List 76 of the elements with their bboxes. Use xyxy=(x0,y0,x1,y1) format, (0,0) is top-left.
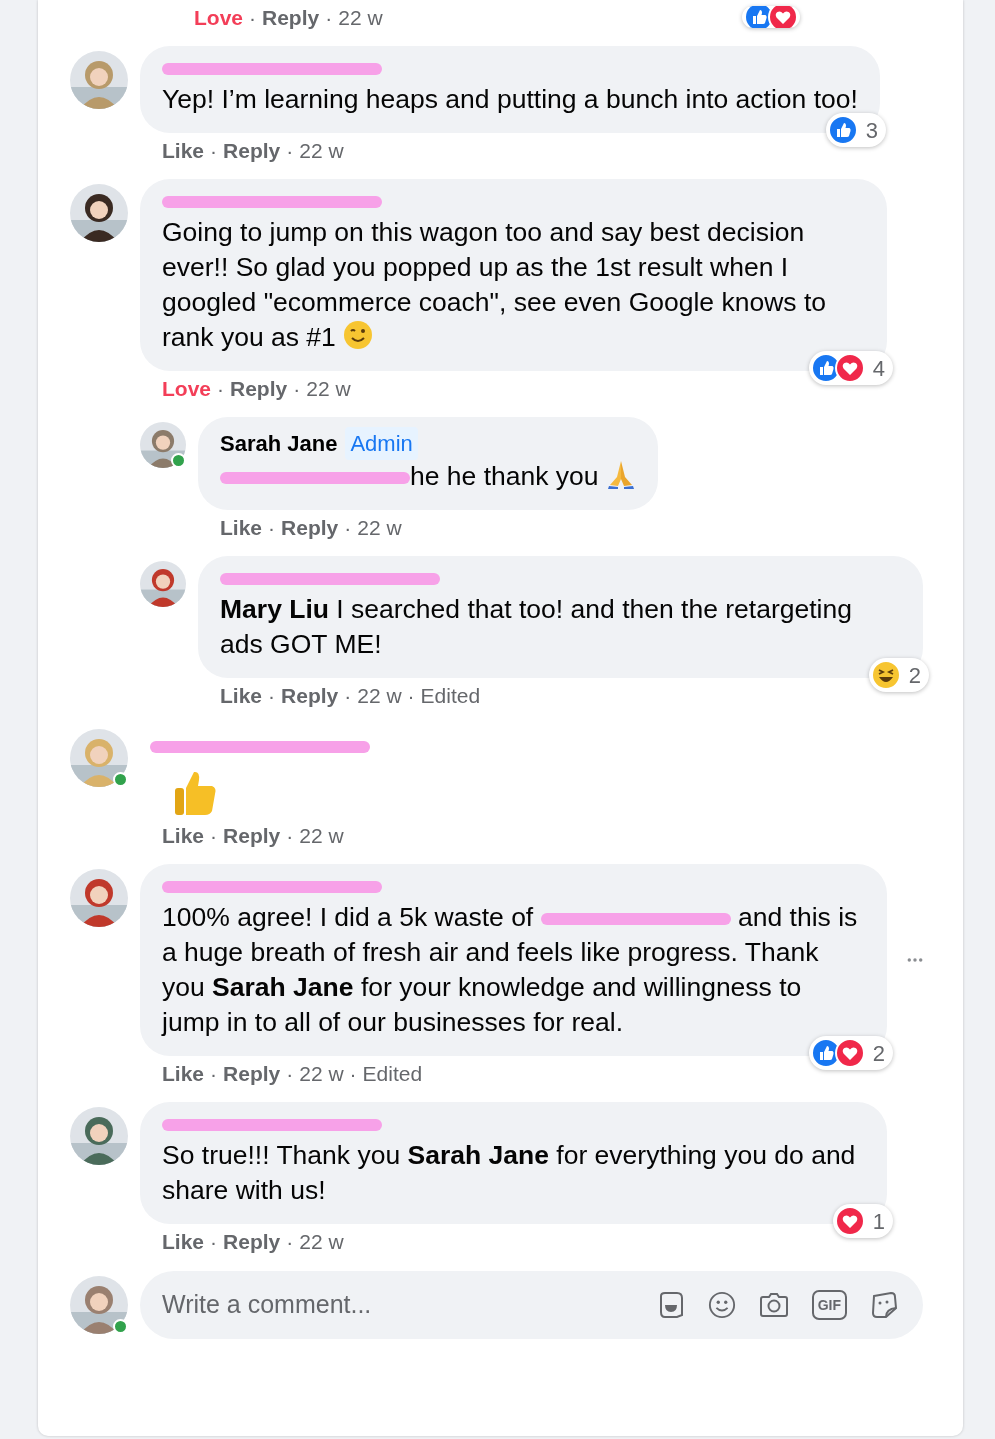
comment-input-field[interactable]: Write a comment... GIF xyxy=(140,1271,923,1339)
love-reaction-icon xyxy=(768,5,798,28)
comment-time[interactable]: 22 w xyxy=(299,1227,344,1257)
love-reaction-icon xyxy=(834,1038,865,1068)
reaction-link[interactable]: Like xyxy=(220,681,263,711)
sticker-icon[interactable] xyxy=(869,1290,899,1320)
edited-label: Edited xyxy=(420,683,481,709)
reaction-link[interactable]: Like xyxy=(162,821,205,851)
separator-dot: · xyxy=(286,823,294,849)
comment-time[interactable]: 22 w xyxy=(357,681,402,711)
reaction-summary[interactable]: 2 xyxy=(808,1036,893,1070)
laughing-reaction-icon xyxy=(870,660,901,690)
separator-dot: · xyxy=(249,5,256,31)
separator-dot: · xyxy=(210,1061,218,1087)
comment-time[interactable]: 22 w xyxy=(299,1059,344,1089)
comment-time[interactable]: 22 w xyxy=(306,374,351,404)
author-name[interactable]: Sarah Jane xyxy=(220,426,338,460)
separator-dot: · xyxy=(286,1061,294,1087)
separator-dot: · xyxy=(217,376,224,402)
reply-link[interactable]: Reply xyxy=(223,821,281,851)
comment-time[interactable]: 22 w xyxy=(357,513,402,543)
reply-link[interactable]: Reply xyxy=(281,681,339,711)
edited-label: Edited xyxy=(362,1061,423,1087)
smiley-icon[interactable] xyxy=(707,1291,736,1319)
reaction-summary[interactable]: 1 xyxy=(832,1204,893,1238)
reply-link[interactable]: Reply xyxy=(223,136,281,166)
separator-dot: · xyxy=(210,138,218,164)
love-reaction-icon xyxy=(834,353,865,383)
reply-link[interactable]: Reply xyxy=(223,1059,281,1089)
separator-dot: · xyxy=(286,138,294,164)
reaction-count: 2 xyxy=(872,1039,885,1068)
reply-link[interactable]: Reply xyxy=(262,3,320,33)
comment-text: he he thank you xyxy=(220,459,636,494)
separator-dot: · xyxy=(293,376,301,402)
comment-text: So true!!! Thank you Sarah Jane for everything you do and share with us! xyxy=(162,1139,857,1207)
reaction-summary[interactable] xyxy=(742,5,800,28)
reaction-link[interactable]: Like xyxy=(162,136,205,166)
reaction-link[interactable]: Love xyxy=(194,3,243,33)
separator-dot: · xyxy=(407,683,415,709)
separator-dot: · xyxy=(268,515,276,541)
separator-dot: · xyxy=(325,5,333,31)
separator-dot: · xyxy=(344,515,352,541)
reply-link[interactable]: Reply xyxy=(223,1227,281,1257)
comment-text: Yep! I’m learning heaps and putting a bunch into action too! xyxy=(162,83,858,116)
comment-time[interactable]: 22 w xyxy=(299,821,344,851)
reaction-link[interactable]: Like xyxy=(162,1059,205,1089)
separator-dot: · xyxy=(344,683,352,709)
separator-dot: · xyxy=(210,823,218,849)
reaction-link[interactable]: Love xyxy=(162,374,211,404)
reaction-count: 1 xyxy=(872,1207,885,1236)
reaction-summary[interactable]: 3 xyxy=(825,113,886,147)
comment-text: Mary Liu I searched that too! and then the retargeting ads GOT ME! xyxy=(220,593,853,661)
reply-link[interactable]: Reply xyxy=(281,513,339,543)
gif-button[interactable]: GIF xyxy=(811,1290,847,1320)
camera-icon[interactable] xyxy=(757,1291,790,1319)
comment-time[interactable]: 22 w xyxy=(299,136,344,166)
comment-text: Going to jump on this wagon too and say best decision ever!! So glad you popped up as the 1st result when I googled "ecommerce coach", see even Google knows to rank you as #1 xyxy=(162,216,828,354)
comment-text: 100% agree! I did a 5k waste of and this is a huge breath of fresh air and feels like progress. Thank you Sarah Jane for your knowledge and willingness to jump in to all of our businesses for real. xyxy=(162,901,859,1039)
reaction-summary[interactable]: 2 xyxy=(868,658,929,692)
admin-badge: Admin xyxy=(345,426,418,460)
like-reaction-icon xyxy=(827,115,858,145)
reply-link[interactable]: Reply xyxy=(230,374,288,404)
separator-dot: · xyxy=(268,683,276,709)
winking-face-icon xyxy=(343,320,374,350)
separator-dot: · xyxy=(286,1229,294,1255)
separator-dot: · xyxy=(210,1229,218,1255)
more-options-icon[interactable] xyxy=(907,956,923,964)
reaction-count: 2 xyxy=(908,661,921,690)
reaction-link[interactable]: Like xyxy=(162,1227,205,1257)
reaction-count: 3 xyxy=(865,116,878,145)
separator-dot: · xyxy=(349,1061,357,1087)
reaction-count: 4 xyxy=(872,354,885,383)
reaction-summary[interactable]: 4 xyxy=(808,351,893,385)
reaction-link[interactable]: Like xyxy=(220,513,263,543)
love-reaction-icon xyxy=(834,1206,865,1236)
comment-time[interactable]: 22 w xyxy=(338,3,383,33)
